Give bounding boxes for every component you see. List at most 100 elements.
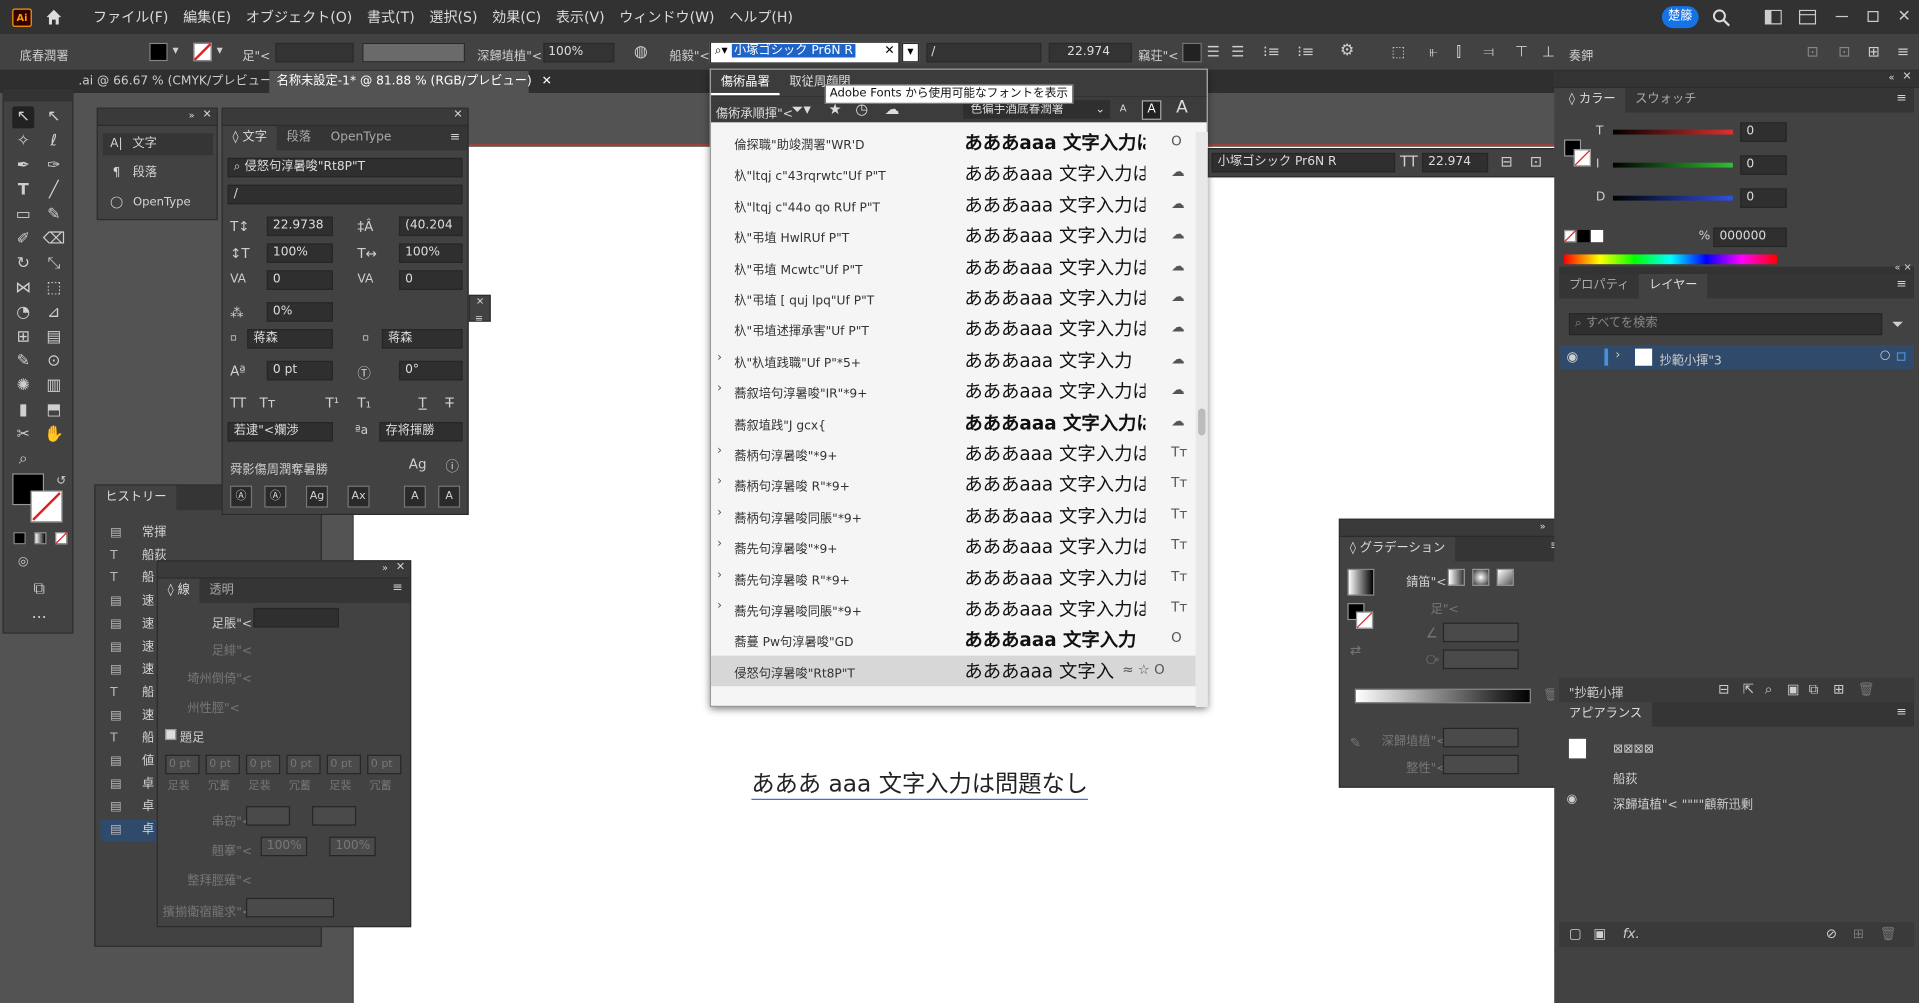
collapse-icon[interactable]: «: [1888, 72, 1894, 83]
font-list-item[interactable]: 杁"弔埴 [ quj lpq"Uf P"T あああaaa 文字入力は ☁: [711, 283, 1196, 314]
tab-transparency[interactable]: 透明: [200, 579, 244, 603]
panel-menu-icon[interactable]: ≡: [475, 313, 483, 324]
freeform-gradient-icon[interactable]: [1496, 568, 1514, 586]
clear-icon[interactable]: ✕: [884, 43, 894, 60]
channel-slider[interactable]: [1612, 129, 1733, 135]
line-tool-icon[interactable]: ╱: [43, 180, 65, 202]
info-icon[interactable]: ⓘ: [445, 456, 458, 476]
font-size-input[interactable]: 22.9738: [266, 216, 333, 237]
lasso-icon[interactable]: ℓ: [43, 131, 65, 153]
font-list-item[interactable]: 杁"ltqj c"43rqrwtc"Uf P"T あああaaa 文字入力は ☁: [711, 158, 1196, 189]
strip-font-select[interactable]: 小塚ゴシック Pr6N R: [1211, 152, 1396, 173]
font-list-item[interactable]: › 蕎先句淳暑唆同脹"*9+ あああaaa 文字入力は Tт: [711, 593, 1196, 624]
font-list-item[interactable]: › 蕎柄句淳暑唆 R"*9+ あああaaa 文字入力は Tт: [711, 469, 1196, 500]
close-panel-icon[interactable]: ✕: [476, 296, 484, 307]
perspective-grid-icon[interactable]: ⊿: [43, 302, 65, 324]
expand-family-icon[interactable]: ›: [717, 475, 722, 488]
visibility-eye-icon[interactable]: ◉: [1566, 793, 1577, 806]
moji-aki-right-select[interactable]: 蒋森: [381, 329, 463, 349]
channel-slider[interactable]: [1612, 195, 1733, 201]
stroke-weight-input[interactable]: [253, 607, 339, 628]
recolor-icon[interactable]: ⚙: [1340, 42, 1354, 60]
tab-fonts[interactable]: 傷術晶署: [711, 70, 780, 96]
align-objects-center-icon[interactable]: ⫿: [1456, 43, 1461, 61]
font-name-input[interactable]: ⌕▾ 小塚ゴシック Pr6N R ✕: [709, 41, 900, 64]
font-list-item[interactable]: › 蕎先句淳暑唆"*9+ あああaaa 文字入力は Tт: [711, 531, 1196, 562]
layers-search-input[interactable]: ⌕ すべてを検索: [1568, 313, 1883, 336]
scale-tool-icon[interactable]: ⤡: [43, 253, 65, 275]
dash-input[interactable]: 0 pt: [205, 754, 240, 775]
linear-gradient-icon[interactable]: [1447, 568, 1465, 586]
user-badge[interactable]: 楚籐: [1661, 6, 1699, 29]
color-mode-icon[interactable]: [13, 532, 26, 545]
shaper-tool-icon[interactable]: ✐: [12, 229, 34, 251]
opacity-field[interactable]: 100%: [543, 42, 615, 63]
close-panel-icon[interactable]: ✕: [202, 109, 211, 121]
hex-input[interactable]: 000000: [1713, 227, 1787, 248]
menu-file[interactable]: ファイル(F): [86, 7, 176, 27]
zoom-tool-icon[interactable]: ⌕: [12, 449, 34, 471]
canvas-text[interactable]: あああ aaa 文字入力は問題なし: [751, 766, 1088, 800]
expand-family-icon[interactable]: ›: [717, 537, 722, 550]
mesh-tool-icon[interactable]: ⊞: [12, 327, 34, 349]
strip-font-size-input[interactable]: 22.974: [1422, 152, 1489, 173]
maximize-button[interactable]: [1859, 0, 1888, 34]
gradient-opacity-input[interactable]: [1442, 727, 1519, 748]
radial-gradient-icon[interactable]: [1472, 568, 1490, 586]
stroke-weight-field[interactable]: [275, 42, 354, 63]
delete-layer-icon[interactable]: 🗑: [1858, 681, 1875, 697]
menu-select[interactable]: 選択(S): [422, 7, 485, 27]
gradient-eyedropper-icon[interactable]: ✎: [1350, 735, 1361, 751]
color-none-icon[interactable]: [1564, 229, 1577, 243]
eraser-icon[interactable]: ⌫: [43, 229, 66, 251]
more-tools-icon[interactable]: ···: [28, 608, 50, 630]
bullets-icon[interactable]: ⁝≡: [1263, 43, 1280, 60]
appearance-row-characters[interactable]: 船荻: [1613, 768, 1637, 786]
tracking-input[interactable]: 0: [398, 270, 463, 290]
select-similar-icon[interactable]: ⊡: [1838, 43, 1850, 60]
font-list-item[interactable]: › 杁"杁埴践職"Uf P"*5+ あああaaa 文字入力 ☁: [711, 345, 1196, 376]
color-spectrum[interactable]: [1564, 254, 1777, 265]
stroke-color-icon[interactable]: [30, 490, 63, 523]
font-list-item[interactable]: › 蕎先句淳暑唆 R"*9+ あああaaa 文字入力は Tт: [711, 562, 1196, 593]
tsume-input[interactable]: 0%: [266, 302, 333, 322]
font-list-item[interactable]: 杁"弔埴 Mcwtc"Uf P"T あああaaa 文字入力は ☁: [711, 251, 1196, 282]
symbol-sprayer-icon[interactable]: ✺: [12, 376, 34, 398]
dash-input[interactable]: 0 pt: [326, 754, 362, 775]
arrange-icon[interactable]: [1798, 9, 1817, 25]
side-tab-paragraph[interactable]: ¶ 段落: [103, 163, 213, 185]
font-list-item[interactable]: › 蕎柄句淳暑唆同脹"*9+ あああaaa 文字入力は Tт: [711, 500, 1196, 531]
blend-tool-icon[interactable]: ⊙: [43, 351, 65, 373]
draw-mode-icon[interactable]: ◎: [12, 552, 34, 574]
gradient-aspect-input[interactable]: [1442, 649, 1519, 670]
minimize-button[interactable]: [1828, 0, 1857, 34]
panel-menu-icon[interactable]: ≡: [392, 581, 402, 594]
expand-layer-icon[interactable]: ›: [1615, 349, 1620, 362]
variable-width-field[interactable]: [362, 42, 466, 63]
char-rotation-input[interactable]: 0°: [398, 360, 463, 381]
font-list-item[interactable]: 侵怒句淳暑唆"Rt8P"T あああaaa 文字入 ≈ ☆ O: [711, 655, 1196, 686]
channel-input[interactable]: 0: [1740, 188, 1787, 208]
visibility-eye-icon[interactable]: ◉: [1566, 349, 1578, 365]
appearance-row-type[interactable]: ⊠⊠⊠⊠: [1613, 742, 1654, 755]
leading-input[interactable]: (40.204: [398, 216, 463, 237]
gradient-stroke-icon[interactable]: [1355, 611, 1374, 629]
menu-window[interactable]: ウィンドウ(W): [612, 7, 722, 27]
tab-gradient[interactable]: ◊ グラデーション: [1340, 536, 1456, 562]
gradient-tool-icon[interactable]: ▤: [43, 327, 65, 349]
align-right-icon[interactable]: ☰: [1231, 43, 1244, 60]
dash-input[interactable]: 0 pt: [367, 754, 402, 775]
medium-sample-icon[interactable]: A: [1141, 100, 1162, 120]
color-white-icon[interactable]: [1590, 229, 1604, 243]
gradient-angle-input[interactable]: [1442, 622, 1519, 643]
font-style-field[interactable]: /: [926, 42, 1042, 63]
tab-swatches[interactable]: スウォッチ: [1625, 88, 1706, 112]
expand-family-icon[interactable]: ›: [717, 351, 722, 364]
curvature-tool-icon[interactable]: ✑: [43, 155, 65, 177]
shape-builder-icon[interactable]: ◔: [12, 302, 34, 324]
collapse-icon[interactable]: »: [1540, 521, 1546, 532]
baseline-shift-input[interactable]: 0 pt: [266, 360, 333, 381]
large-sample-icon[interactable]: A: [1176, 98, 1188, 118]
free-transform-icon[interactable]: ⬚: [43, 278, 65, 300]
strip-character-icon[interactable]: ⊡: [1530, 153, 1542, 170]
